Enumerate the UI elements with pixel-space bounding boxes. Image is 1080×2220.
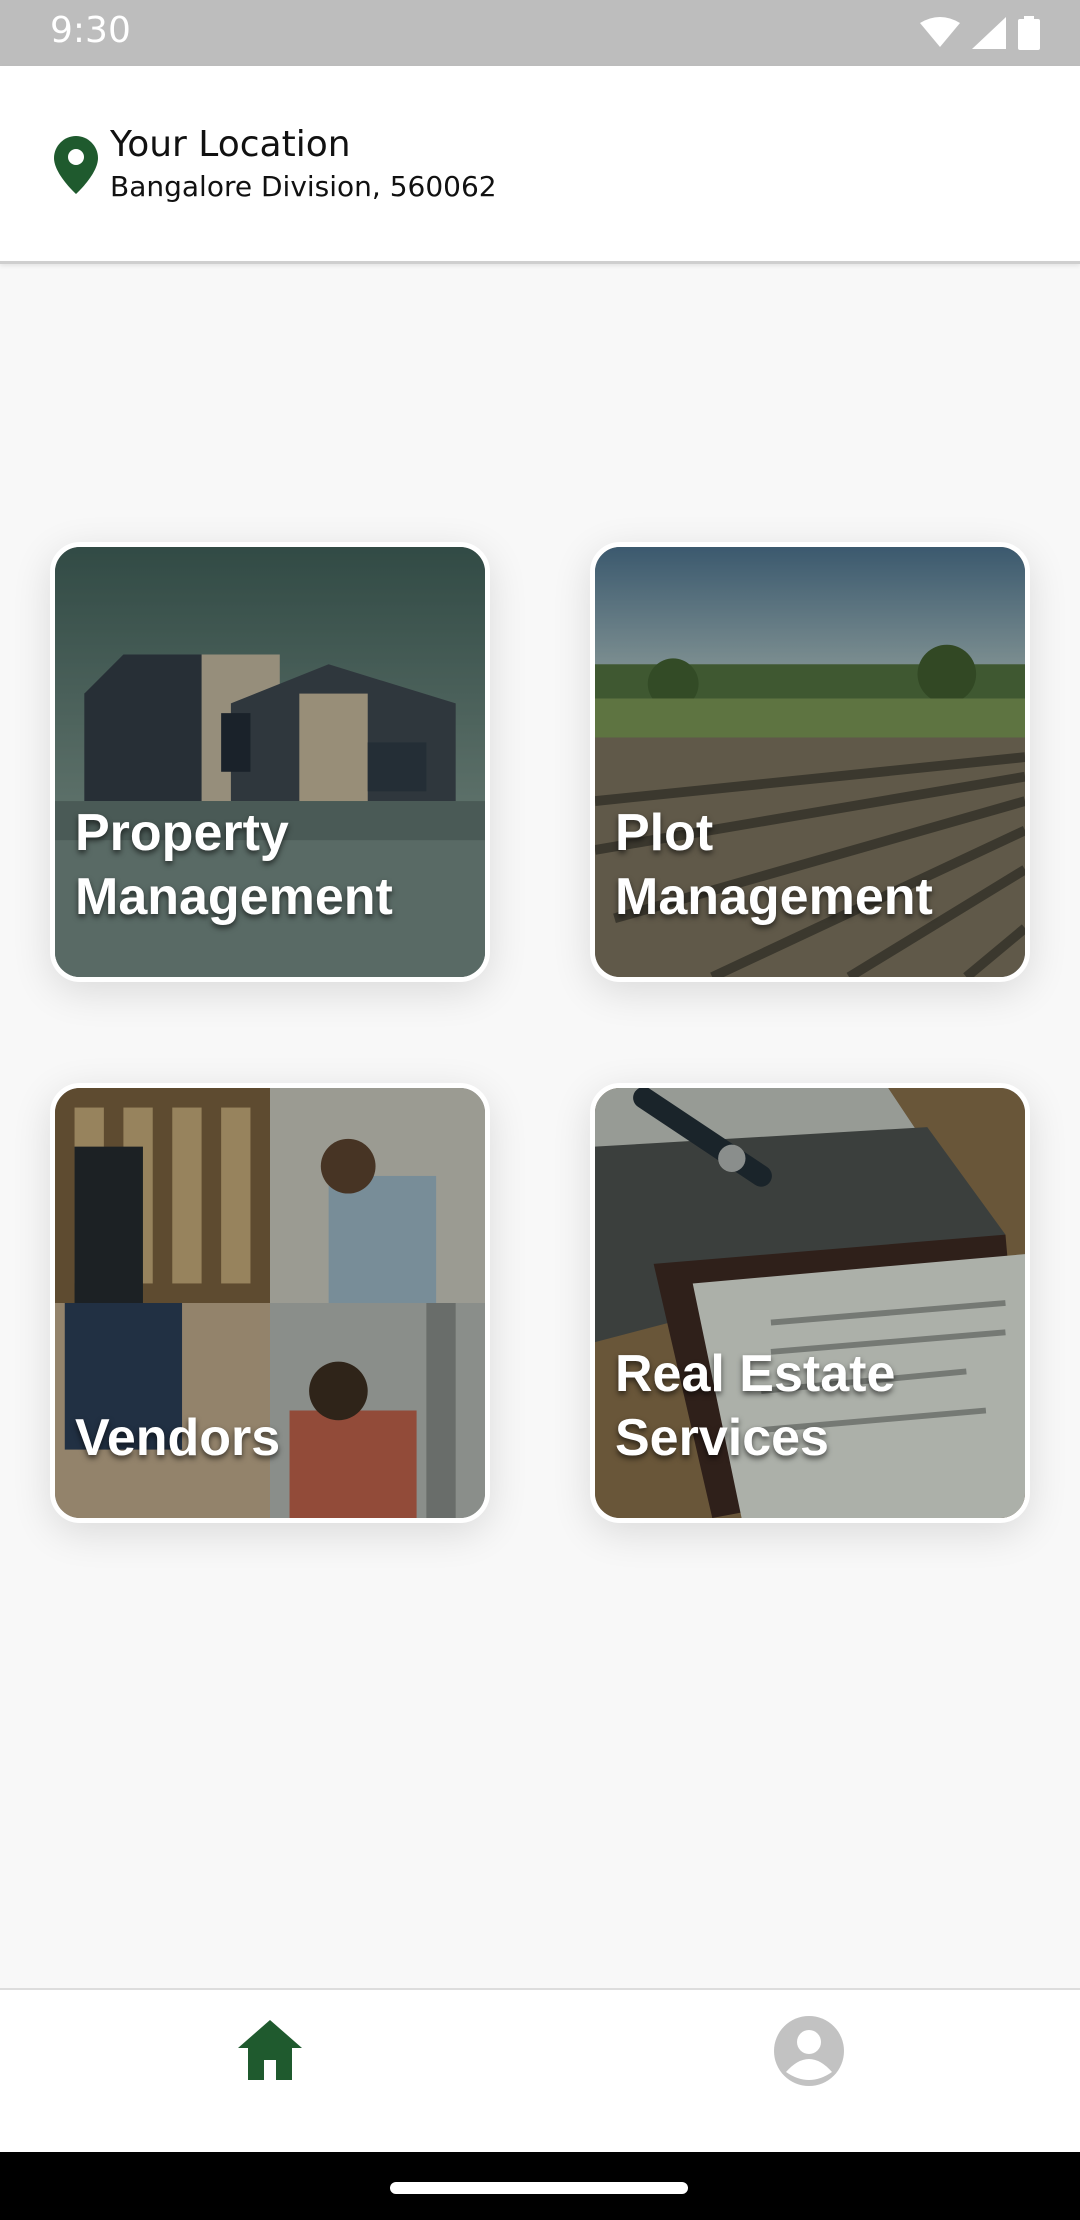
profile-icon[interactable] <box>774 2016 844 2086</box>
tile-label: Plot Management <box>615 804 933 926</box>
location-address: Bangalore Division, 560062 <box>110 170 497 203</box>
plot-management-tile[interactable]: Plot Management <box>590 542 1030 982</box>
tile-label: Vendors <box>75 1409 281 1467</box>
gesture-handle[interactable] <box>390 2182 688 2194</box>
battery-icon <box>1018 16 1040 50</box>
tile-label: Real Estate Services <box>615 1345 896 1467</box>
bottom-navigation <box>0 1988 1080 2152</box>
cell-signal-icon <box>972 17 1006 49</box>
vendors-tile[interactable]: Vendors <box>50 1083 490 1523</box>
status-time: 9:30 <box>50 10 131 51</box>
location-header[interactable]: Your Location Bangalore Division, 560062 <box>0 66 1080 264</box>
property-management-tile[interactable]: Property Management <box>50 542 490 982</box>
location-pin-icon <box>54 136 98 194</box>
home-icon[interactable] <box>236 2018 304 2082</box>
system-gesture-bar <box>0 2152 1080 2220</box>
wifi-icon <box>920 17 960 47</box>
location-title: Your Location <box>110 124 351 165</box>
tile-label: Property Management <box>75 804 393 926</box>
status-bar: 9:30 <box>0 0 1080 66</box>
real-estate-services-tile[interactable]: Real Estate Services <box>590 1083 1030 1523</box>
status-icons <box>920 16 1040 50</box>
